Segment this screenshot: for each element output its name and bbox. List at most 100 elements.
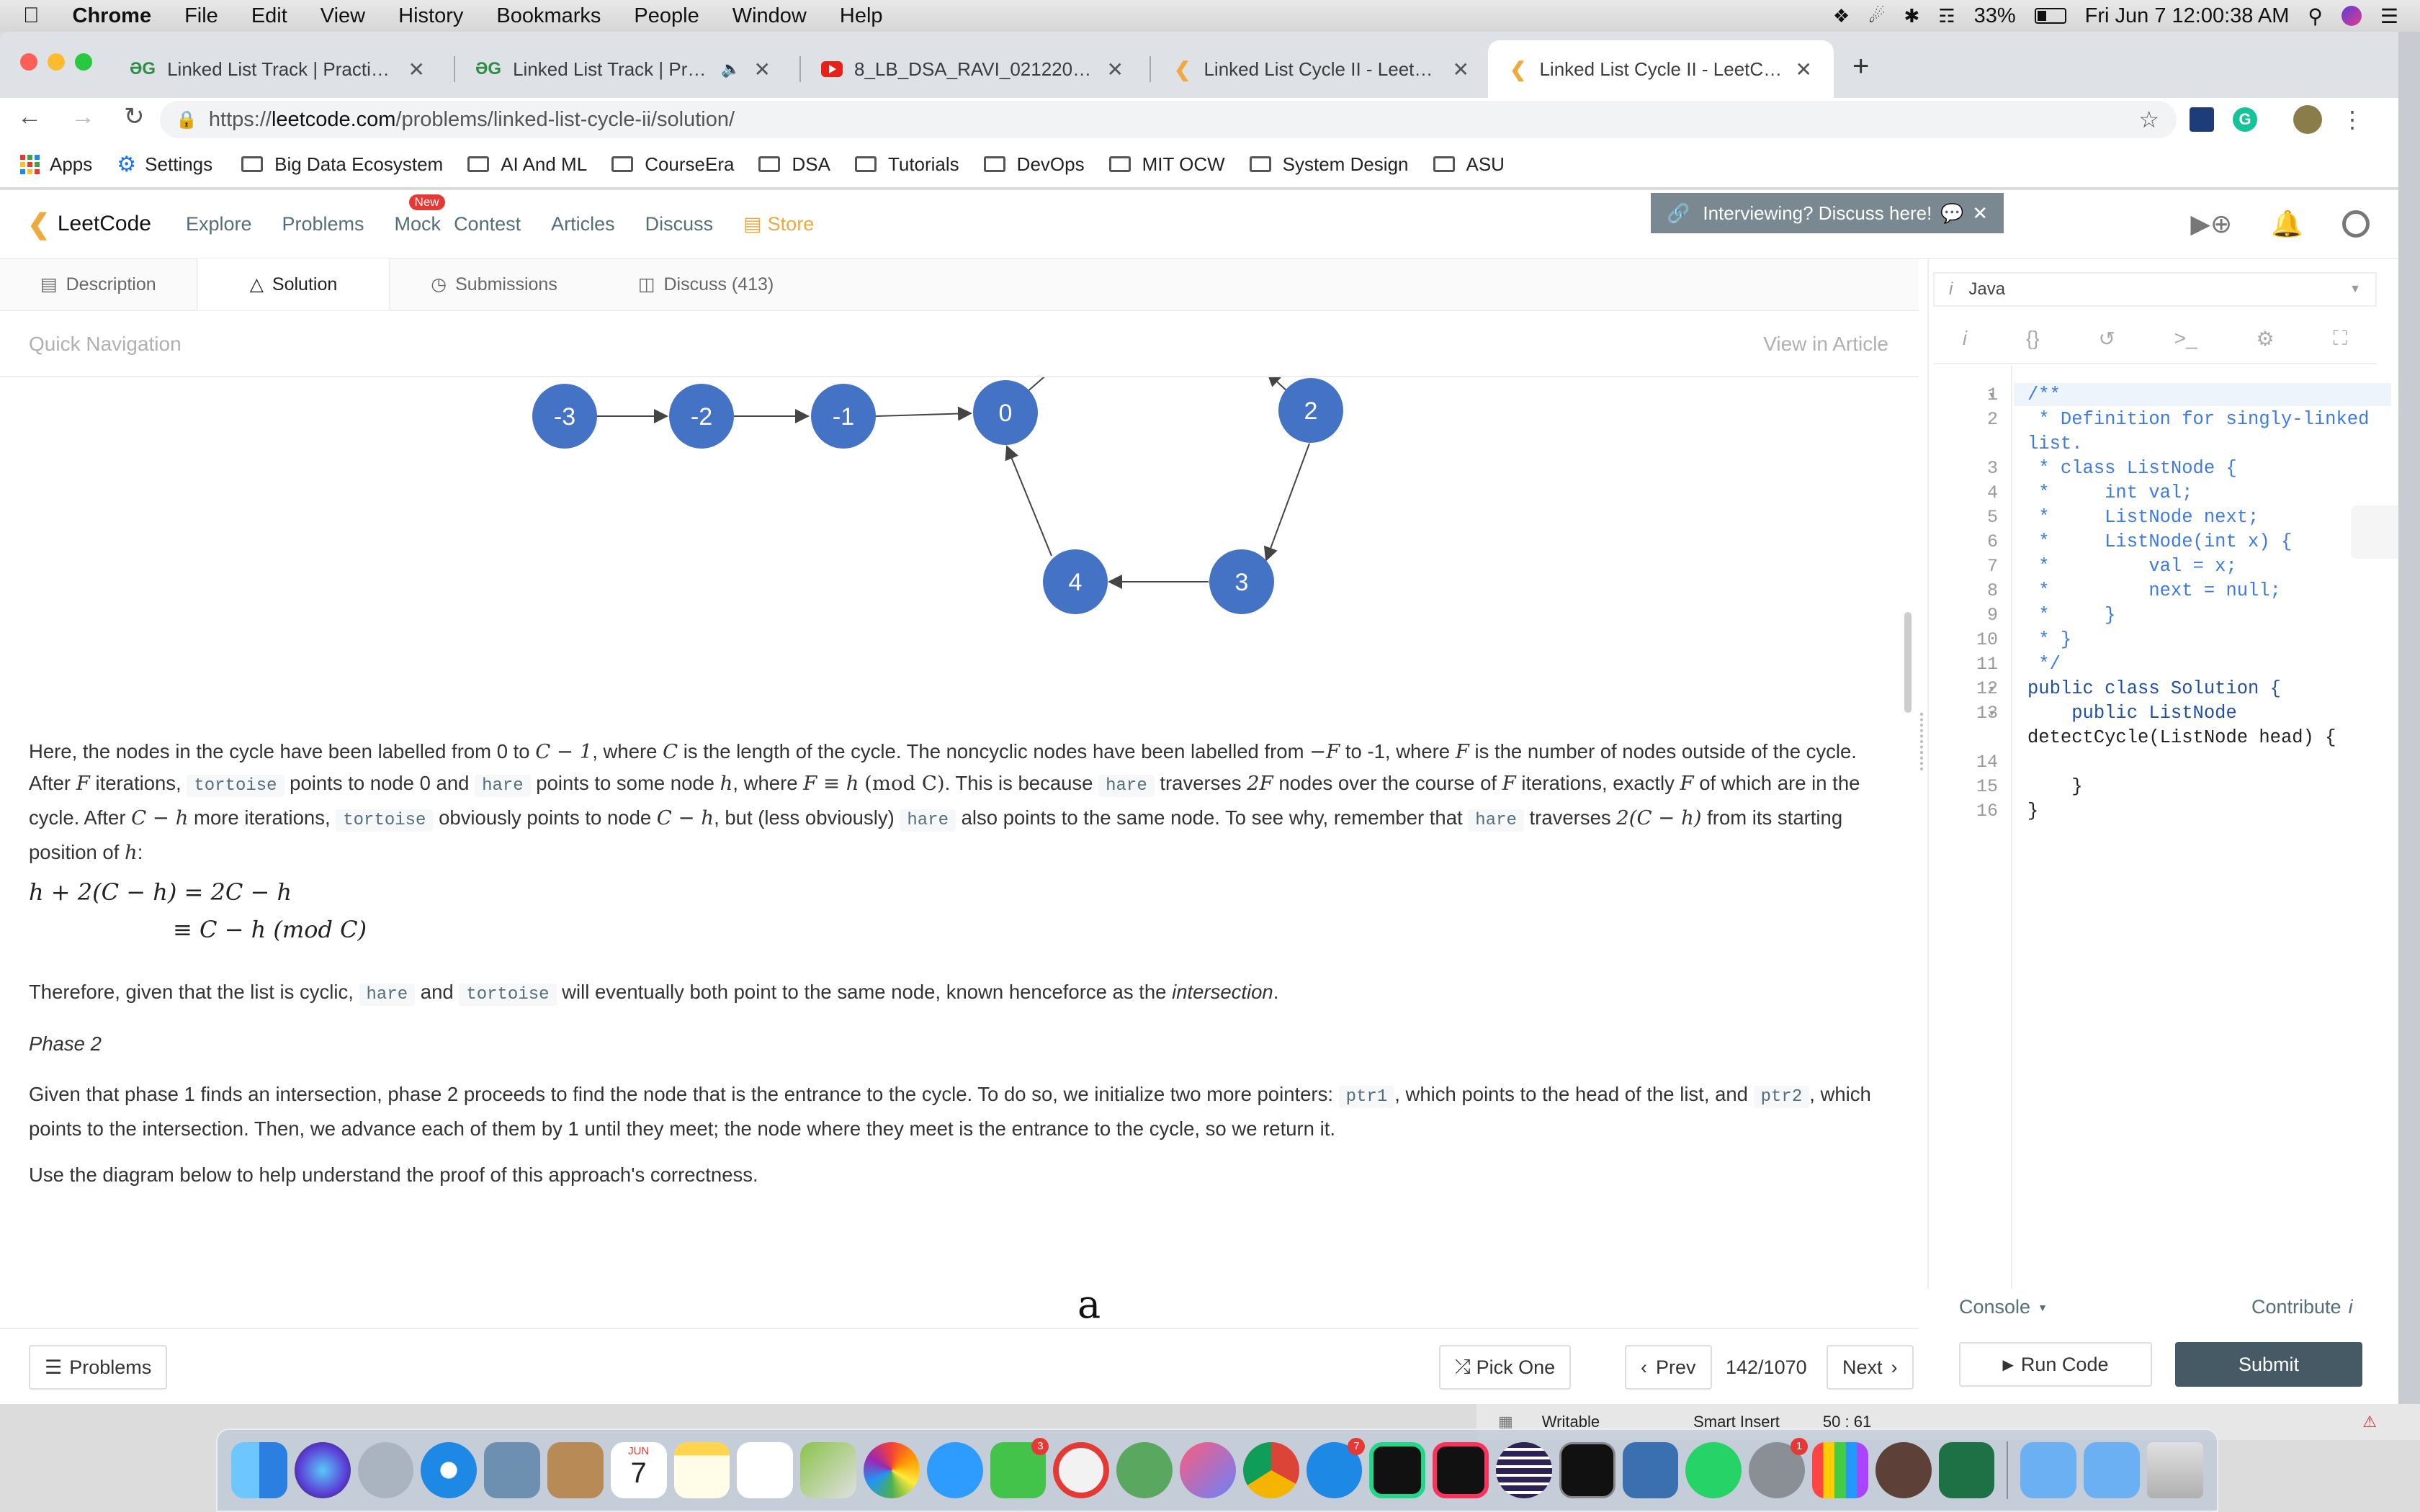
calendar-icon[interactable]: JUN 7 [610, 1442, 667, 1498]
activity-monitor-icon[interactable] [1812, 1442, 1868, 1498]
menu-people[interactable]: People [634, 4, 699, 28]
code-line[interactable]: list. [2027, 432, 2083, 456]
close-tab-icon[interactable]: ✕ [408, 58, 425, 81]
launchpad-icon[interactable] [357, 1442, 414, 1498]
nav-articles[interactable]: Articles [551, 213, 615, 235]
fold-arrow-icon[interactable]: ▾ [1989, 683, 1994, 695]
playground-icon[interactable]: ▶⊕ [2190, 209, 2232, 239]
code-line[interactable]: public ListNode [2027, 701, 2237, 726]
menu-window[interactable]: Window [732, 4, 807, 28]
code-line[interactable]: * int val; [2027, 481, 2192, 505]
terminal-icon[interactable]: >_ [2174, 327, 2197, 350]
code-line[interactable]: * ListNode(int x) { [2027, 530, 2292, 554]
address-bar[interactable]: 🔒 https:// leetcode.com /problems/linked… [160, 101, 2177, 138]
tab-gfg-2[interactable]: ƏG Linked List Track | Practice 🔈 ✕ [454, 40, 792, 98]
app-store-icon[interactable]: 7 [1306, 1438, 1366, 1498]
bookmark-apps[interactable]: Apps [50, 153, 92, 176]
bookmark-dsa[interactable]: DSA [792, 153, 830, 176]
tab-gfg-1[interactable]: ƏG Linked List Track | Practice | Ge ✕ [108, 40, 447, 98]
notification-bell-icon[interactable]: 🔔 [2271, 209, 2303, 239]
photos-icon[interactable] [863, 1442, 920, 1498]
console-toggle[interactable]: Console ▼ [1959, 1296, 2048, 1318]
trash-icon[interactable] [2147, 1442, 2203, 1498]
code-line[interactable]: detectCycle(ListNode head) { [2027, 726, 2336, 750]
code-line[interactable]: * val = x; [2027, 554, 2236, 579]
tab-leetcode-active[interactable]: ❮ Linked List Cycle II - LeetCode ✕ [1488, 40, 1834, 98]
safari-icon[interactable] [421, 1442, 478, 1498]
reload-icon[interactable]: ↻ [124, 102, 145, 131]
eclipse-icon[interactable] [1496, 1442, 1552, 1498]
maps-icon[interactable] [800, 1442, 856, 1498]
dropbox-icon[interactable]: ❖ [1833, 5, 1850, 27]
applications-folder-icon[interactable] [2020, 1442, 2077, 1498]
code-line[interactable]: * ListNode next; [2027, 505, 2259, 530]
reset-icon[interactable]: ↺ [2098, 327, 2115, 351]
quick-navigation[interactable]: Quick Navigation [29, 333, 182, 356]
splitter-handle[interactable] [1920, 713, 1923, 770]
nav-discuss[interactable]: Discuss [645, 213, 714, 235]
bluetooth-icon[interactable]: ✱ [1904, 5, 1920, 27]
brand-name[interactable]: LeetCode [58, 212, 151, 236]
whatsapp-icon[interactable] [1685, 1442, 1742, 1498]
menu-bookmarks[interactable]: Bookmarks [496, 4, 601, 28]
code-line[interactable]: * } [2027, 628, 2071, 652]
facetime-icon[interactable]: 3 [990, 1438, 1049, 1498]
inspection-icon[interactable]: ⚠ [2362, 1413, 2377, 1431]
messages-icon[interactable] [926, 1442, 983, 1498]
excel-icon[interactable] [1938, 1442, 1995, 1498]
run-code-button[interactable]: ▶ Run Code [1959, 1342, 2152, 1387]
close-tab-icon[interactable]: ✕ [1453, 58, 1469, 81]
itunes-icon[interactable] [1180, 1442, 1236, 1498]
tab-youtube[interactable]: 8_LB_DSA_RAVI_02122017 - Yo ✕ [799, 40, 1145, 98]
back-arrow-icon[interactable]: ← [17, 103, 42, 131]
code-line[interactable]: } [2027, 799, 2038, 824]
spotlight-icon[interactable]: ⚲ [2308, 4, 2323, 28]
nav-problems[interactable]: Problems [282, 213, 364, 235]
news-icon[interactable] [1053, 1442, 1110, 1498]
atom-icon[interactable] [1116, 1442, 1173, 1498]
code-line[interactable]: * next = null; [2027, 579, 2281, 603]
user-account-icon[interactable] [2342, 210, 2370, 238]
menu-file[interactable]: File [184, 4, 218, 28]
reminders-icon[interactable] [737, 1442, 794, 1498]
apple-icon[interactable]:  [23, 4, 40, 28]
intellij-icon[interactable] [1433, 1442, 1489, 1498]
tab-leetcode-1[interactable]: ❮ Linked List Cycle II - LeetCode ✕ [1152, 40, 1491, 98]
code-line[interactable]: * } [2027, 603, 2115, 628]
next-button[interactable]: Next › [1827, 1345, 1914, 1390]
code-line[interactable]: public class Solution { [2027, 677, 2281, 701]
finder-icon[interactable] [231, 1442, 287, 1498]
nav-explore[interactable]: Explore [186, 213, 252, 235]
forward-arrow-icon[interactable]: → [71, 103, 95, 131]
bookmark-tutorials[interactable]: Tutorials [888, 153, 959, 176]
bookmark-ai-ml[interactable]: AI And ML [501, 153, 587, 176]
language-select[interactable]: i Java ▼ [1933, 272, 2377, 307]
system-preferences-icon[interactable]: 1 [1749, 1438, 1809, 1498]
zoom-window-button[interactable] [75, 53, 92, 71]
battery-icon[interactable] [2034, 8, 2066, 24]
new-tab-button[interactable]: + [1852, 50, 1869, 83]
view-in-article-link[interactable]: View in Article [1763, 333, 1888, 356]
info-icon[interactable]: i [1963, 327, 1967, 350]
virtualbox-icon[interactable] [1622, 1442, 1679, 1498]
tab-description[interactable]: ▤ Description [0, 258, 197, 310]
leetcode-logo-icon[interactable]: ❮ [27, 208, 50, 240]
menubar-clock[interactable]: Fri Jun 7 12:00:38 AM [2085, 4, 2290, 28]
notes-icon[interactable] [673, 1442, 730, 1498]
fold-arrow-icon[interactable]: ▾ [1989, 389, 1994, 401]
code-line[interactable]: /** [2027, 383, 2061, 408]
preview-icon[interactable] [484, 1442, 540, 1498]
side-panel-toggle[interactable] [2351, 505, 2398, 559]
siri-icon[interactable] [2341, 6, 2362, 26]
fullscreen-icon[interactable]: ⛶ [2333, 327, 2347, 351]
submit-button[interactable]: Submit [2175, 1342, 2362, 1387]
squirrel-app-icon[interactable] [1875, 1442, 1932, 1498]
notification-center-icon[interactable]: ☰ [2380, 4, 2398, 28]
settings-icon[interactable]: ⚙ [2257, 327, 2275, 351]
nav-store[interactable]: Store [768, 213, 815, 235]
code-line[interactable]: } [2027, 775, 2082, 799]
contacts-icon[interactable] [547, 1442, 604, 1498]
bookmark-mit-ocw[interactable]: MIT OCW [1142, 153, 1225, 176]
menu-history[interactable]: History [398, 4, 463, 28]
terminal-icon[interactable] [1559, 1442, 1615, 1498]
